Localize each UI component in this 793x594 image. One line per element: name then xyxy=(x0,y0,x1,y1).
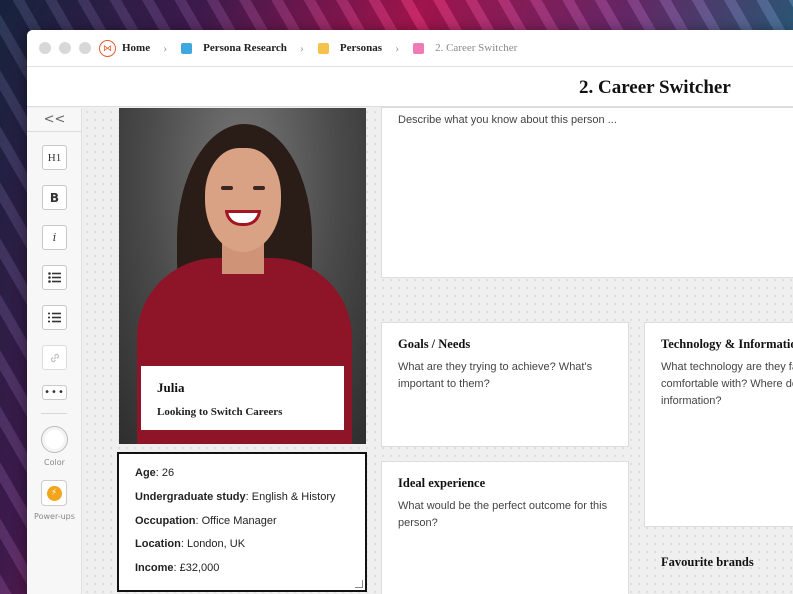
link-button[interactable] xyxy=(42,345,67,370)
bold-button[interactable]: B xyxy=(42,185,67,210)
bullet-list-button[interactable] xyxy=(42,265,67,290)
bullet-list-icon xyxy=(48,272,61,283)
board-square-icon xyxy=(413,42,425,54)
detail-value: : London, UK xyxy=(180,538,246,551)
power-ups-button[interactable]: ⚡ xyxy=(41,480,67,506)
detail-key: Occupation xyxy=(135,514,196,527)
collapse-sidebar-button[interactable]: << xyxy=(27,108,82,132)
chevron-right-icon: › xyxy=(299,40,304,55)
detail-key: Location xyxy=(135,538,181,551)
ideal-experience-card[interactable]: Ideal experience What would be the perfe… xyxy=(381,461,629,594)
persona-name-card[interactable]: Julia Looking to Switch Careers xyxy=(141,366,344,430)
power-ups-label: Power-ups xyxy=(34,512,75,521)
minimize-window-button[interactable] xyxy=(59,42,71,54)
numbered-list-button[interactable] xyxy=(42,305,67,330)
numbered-list-icon xyxy=(48,312,61,323)
card-body: What would be the perfect outcome for th… xyxy=(398,500,608,529)
detail-row: Location: London, UK xyxy=(135,533,365,557)
detail-value: : £32,000 xyxy=(173,562,220,575)
breadcrumb-current[interactable]: 2. Career Switcher xyxy=(413,42,517,54)
detail-value: : Office Manager xyxy=(195,514,277,527)
detail-key: Age xyxy=(135,467,156,479)
breadcrumb-persona-research[interactable]: Persona Research xyxy=(181,42,287,54)
favourite-brands-heading[interactable]: Favourite brands xyxy=(661,555,754,570)
persona-name: Julia xyxy=(157,380,185,395)
heading-button[interactable]: H1 xyxy=(42,145,67,170)
home-logo-icon: ⋈ xyxy=(99,39,116,57)
breadcrumb-home[interactable]: ⋈ Home xyxy=(99,39,151,57)
board-canvas[interactable]: Julia Looking to Switch Careers Age: 26 … xyxy=(83,107,793,594)
color-picker-button[interactable] xyxy=(41,426,68,453)
title-bar: ⋈ Home › Persona Research › Personas › 2… xyxy=(27,30,793,67)
sidebar-divider xyxy=(41,413,67,414)
technology-information-card[interactable]: Technology & Information What technology… xyxy=(644,322,793,527)
card-title: Ideal experience xyxy=(398,476,486,490)
board-header: 2. Career Switcher xyxy=(27,67,793,107)
detail-key: Undergraduate study xyxy=(135,490,246,503)
breadcrumb-label: 2. Career Switcher xyxy=(435,42,518,54)
breadcrumb-label: Home xyxy=(122,42,151,54)
chevron-right-icon: › xyxy=(395,40,400,55)
toolbar-sidebar: << H1 B i ••• Color ⚡ Power-ups xyxy=(27,108,82,594)
lightning-icon: ⚡ xyxy=(46,485,62,501)
detail-row: Undergraduate study: English & History xyxy=(135,486,365,510)
maximize-window-button[interactable] xyxy=(79,42,91,54)
detail-row: Income: £32,000 xyxy=(135,557,365,581)
more-options-button[interactable]: ••• xyxy=(42,385,67,400)
detail-key: Income xyxy=(135,562,174,575)
window-controls xyxy=(39,42,91,54)
detail-row: Age: 26 xyxy=(135,462,365,486)
app-window: ⋈ Home › Persona Research › Personas › 2… xyxy=(27,30,793,594)
close-window-button[interactable] xyxy=(39,42,51,54)
color-label: Color xyxy=(44,458,65,467)
card-title: Goals / Needs xyxy=(398,337,471,351)
card-title: Technology & Information xyxy=(661,337,793,351)
detail-value: : 26 xyxy=(155,467,175,479)
breadcrumb-label: Persona Research xyxy=(203,42,287,54)
resize-handle[interactable] xyxy=(355,580,363,588)
board-square-icon xyxy=(181,42,193,54)
card-body: What technology are they familiar and co… xyxy=(661,361,793,407)
breadcrumb-label: Personas xyxy=(339,42,383,54)
detail-value: : English & History xyxy=(245,490,336,503)
describe-person-card[interactable]: Describe what you know about this person… xyxy=(381,107,793,278)
persona-details-card[interactable]: Age: 26 Undergraduate study: English & H… xyxy=(117,452,367,592)
chevron-right-icon: › xyxy=(163,40,168,55)
board-square-icon xyxy=(317,42,329,54)
persona-tagline: Looking to Switch Careers xyxy=(157,406,283,418)
card-body: Describe what you know about this person… xyxy=(398,114,617,126)
goals-needs-card[interactable]: Goals / Needs What are they trying to ac… xyxy=(381,322,629,447)
link-icon xyxy=(50,353,59,362)
page-title[interactable]: 2. Career Switcher xyxy=(579,77,731,99)
card-body: What are they trying to achieve? What's … xyxy=(398,361,593,390)
detail-row: Occupation: Office Manager xyxy=(135,510,365,534)
breadcrumb-personas[interactable]: Personas xyxy=(317,42,383,54)
italic-button[interactable]: i xyxy=(42,225,67,250)
breadcrumb: ⋈ Home › Persona Research › Personas › 2… xyxy=(99,39,517,57)
